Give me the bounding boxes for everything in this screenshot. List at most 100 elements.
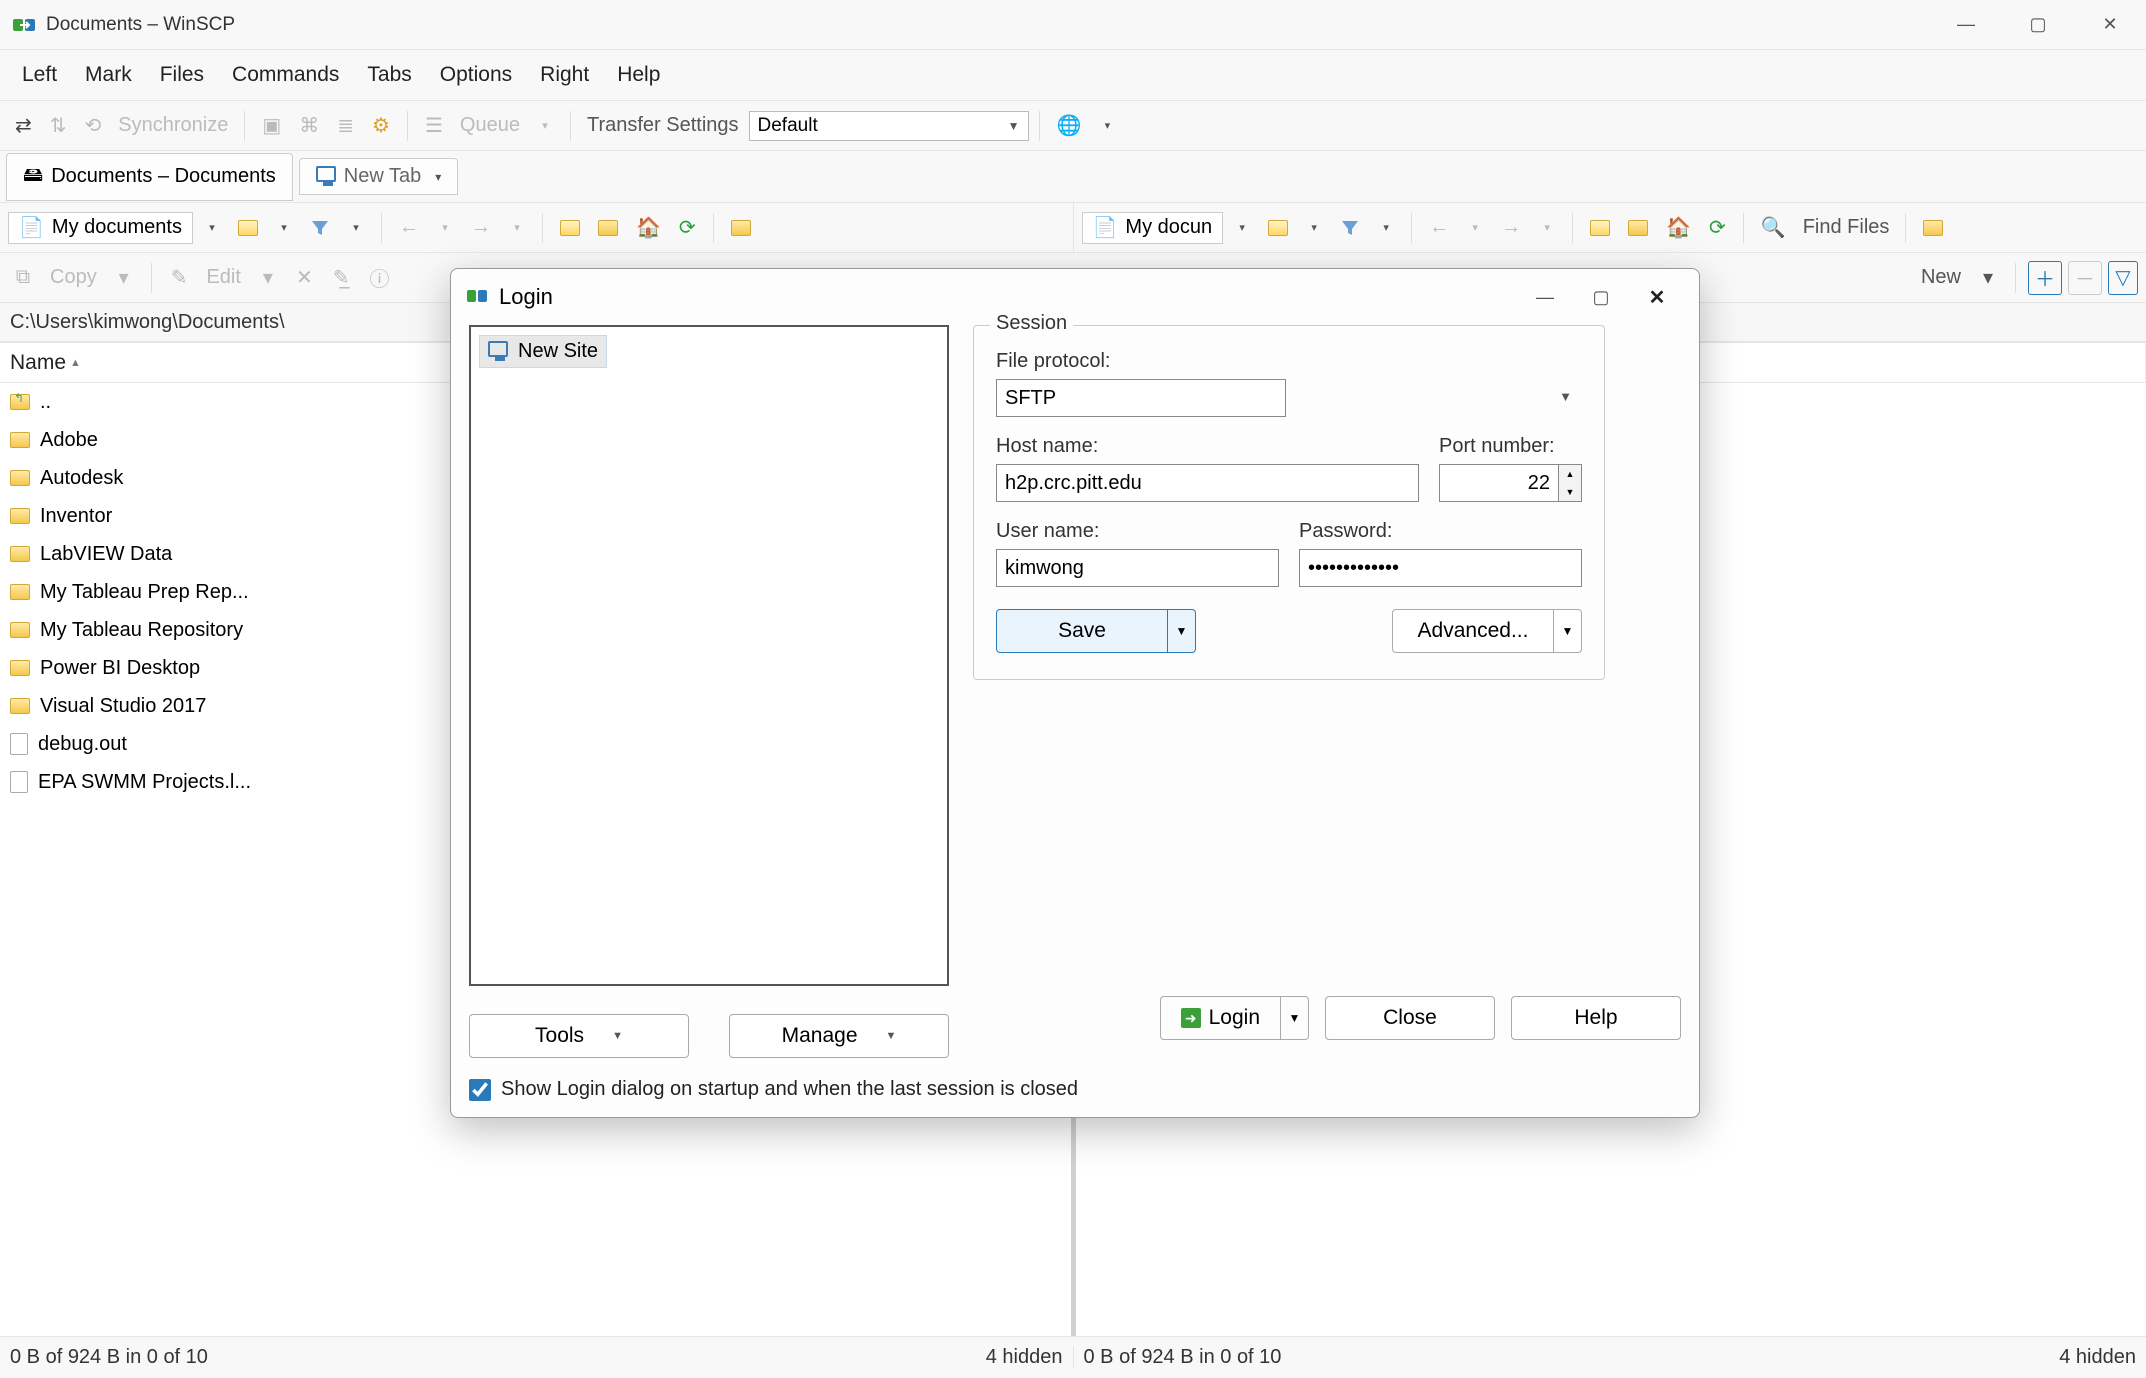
- close-dialog-button[interactable]: Close: [1325, 996, 1495, 1040]
- menu-help[interactable]: Help: [603, 57, 674, 93]
- script-icon[interactable]: ≣: [330, 109, 361, 143]
- home-icon[interactable]: 🏠: [1659, 211, 1698, 245]
- chevron-down-icon[interactable]: ▾: [341, 211, 371, 245]
- advanced-button-main[interactable]: Advanced...: [1392, 609, 1554, 653]
- menu-files[interactable]: Files: [146, 57, 218, 93]
- copy-button[interactable]: Copy: [44, 266, 103, 289]
- menu-mark[interactable]: Mark: [71, 57, 146, 93]
- site-item-new[interactable]: New Site: [479, 335, 607, 368]
- dialog-close-button[interactable]: ✕: [1629, 277, 1685, 317]
- delete-icon[interactable]: ✕: [289, 261, 320, 295]
- queue-icon[interactable]: ☰: [418, 109, 450, 143]
- forward-icon[interactable]: →: [464, 211, 498, 245]
- chevron-down-icon[interactable]: ▾: [430, 211, 460, 245]
- root-folder-icon[interactable]: [1621, 211, 1655, 245]
- chevron-down-icon[interactable]: ▾: [1371, 211, 1401, 245]
- sync-browse-icon[interactable]: ⇅: [43, 109, 74, 143]
- chevron-down-icon[interactable]: ▾: [1973, 261, 2003, 295]
- maximize-button[interactable]: ▢: [2002, 0, 2074, 49]
- menu-right[interactable]: Right: [526, 57, 603, 93]
- chevron-down-icon[interactable]: ▾: [1299, 211, 1329, 245]
- root-folder-icon[interactable]: [591, 211, 625, 245]
- left-dir-dropdown[interactable]: 📄 My documents: [8, 212, 193, 244]
- close-button[interactable]: ✕: [2074, 0, 2146, 49]
- chevron-down-icon[interactable]: ▾: [269, 211, 299, 245]
- compare-icon[interactable]: ⇄: [8, 109, 39, 143]
- console-icon[interactable]: ▣: [255, 109, 288, 143]
- bookmark-icon[interactable]: [1916, 211, 1950, 245]
- show-login-checkbox[interactable]: [469, 1079, 491, 1101]
- file-protocol-select[interactable]: SFTP: [996, 379, 1286, 417]
- chevron-down-icon[interactable]: ▾: [1460, 211, 1490, 245]
- save-button-main[interactable]: Save: [996, 609, 1168, 653]
- login-button-main[interactable]: ➜ Login: [1161, 997, 1280, 1039]
- chevron-down-icon: ▼: [612, 1030, 623, 1042]
- minimize-button[interactable]: ―: [1930, 0, 2002, 49]
- dialog-minimize-button[interactable]: ―: [1517, 277, 1573, 317]
- new-button[interactable]: New: [1915, 266, 1967, 289]
- find-files-icon[interactable]: 🔍: [1754, 211, 1793, 245]
- parent-folder-icon[interactable]: [553, 211, 587, 245]
- menu-commands[interactable]: Commands: [218, 57, 353, 93]
- chevron-down-icon[interactable]: ▾: [253, 261, 283, 295]
- back-icon[interactable]: ←: [1422, 211, 1456, 245]
- chevron-down-icon[interactable]: ▾: [502, 211, 532, 245]
- parent-folder-icon[interactable]: [1583, 211, 1617, 245]
- password-input[interactable]: [1299, 549, 1582, 587]
- port-spinner: ▲ ▼: [1559, 464, 1582, 502]
- add-icon[interactable]: ＋: [2028, 261, 2062, 295]
- username-input[interactable]: [996, 549, 1279, 587]
- chevron-down-icon[interactable]: ▾: [197, 211, 227, 245]
- back-icon[interactable]: ←: [392, 211, 426, 245]
- refresh-icon[interactable]: ⟳: [672, 211, 703, 245]
- menu-options[interactable]: Options: [426, 57, 526, 93]
- menu-left[interactable]: Left: [8, 57, 71, 93]
- refresh-icon[interactable]: ⟳: [1702, 211, 1733, 245]
- host-label: Host name:: [996, 435, 1419, 458]
- chevron-down-icon[interactable]: ▾: [1227, 211, 1257, 245]
- port-input[interactable]: [1439, 464, 1559, 502]
- properties-icon[interactable]: ⓘ: [362, 261, 396, 295]
- synchronize-label[interactable]: Synchronize: [112, 114, 234, 137]
- queue-label[interactable]: Queue: [454, 114, 526, 137]
- edit-icon[interactable]: ✎: [164, 261, 195, 295]
- bookmark-icon[interactable]: [724, 211, 758, 245]
- session-dropdown-icon[interactable]: ▾: [1092, 109, 1122, 143]
- command-icon[interactable]: ⌘: [292, 109, 326, 143]
- gear-icon[interactable]: ⚙: [365, 109, 397, 143]
- filter-icon[interactable]: [1333, 211, 1367, 245]
- host-input[interactable]: [996, 464, 1419, 502]
- login-button-dropdown[interactable]: ▼: [1280, 997, 1308, 1039]
- transfer-settings-dropdown[interactable]: Default ▼: [749, 111, 1029, 141]
- open-folder-icon[interactable]: [231, 211, 265, 245]
- tab-new[interactable]: New Tab ▾: [299, 158, 458, 195]
- remove-icon[interactable]: －: [2068, 261, 2102, 295]
- session-icon[interactable]: 🌐: [1050, 109, 1089, 143]
- menu-tabs[interactable]: Tabs: [353, 57, 425, 93]
- advanced-button-dropdown[interactable]: ▼: [1554, 609, 1582, 653]
- spin-up-icon[interactable]: ▲: [1559, 465, 1581, 483]
- find-files-button[interactable]: Find Files: [1797, 216, 1896, 239]
- open-folder-icon[interactable]: [1261, 211, 1295, 245]
- manage-button[interactable]: Manage ▼: [729, 1014, 949, 1058]
- dialog-maximize-button[interactable]: ▢: [1573, 277, 1629, 317]
- tab-documents[interactable]: 🖴 Documents – Documents: [6, 153, 293, 201]
- sync-icon[interactable]: ⟲: [78, 109, 109, 143]
- filter-icon[interactable]: [303, 211, 337, 245]
- copy-icon[interactable]: ⧉: [8, 261, 38, 295]
- rename-icon[interactable]: ✎̲: [326, 261, 357, 295]
- spin-down-icon[interactable]: ▼: [1559, 483, 1581, 501]
- chevron-down-icon[interactable]: ▾: [109, 261, 139, 295]
- queue-dropdown-icon[interactable]: ▾: [530, 109, 560, 143]
- filter-toggle-icon[interactable]: ▽: [2108, 261, 2138, 295]
- show-login-checkbox-row[interactable]: Show Login dialog on startup and when th…: [469, 1078, 1681, 1101]
- forward-icon[interactable]: →: [1494, 211, 1528, 245]
- site-list[interactable]: New Site: [469, 325, 949, 986]
- tools-button[interactable]: Tools ▼: [469, 1014, 689, 1058]
- right-dir-dropdown[interactable]: 📄 My docun: [1082, 212, 1224, 244]
- help-button[interactable]: Help: [1511, 996, 1681, 1040]
- home-icon[interactable]: 🏠: [629, 211, 668, 245]
- chevron-down-icon[interactable]: ▾: [1532, 211, 1562, 245]
- edit-button[interactable]: Edit: [200, 266, 246, 289]
- save-button-dropdown[interactable]: ▼: [1168, 609, 1196, 653]
